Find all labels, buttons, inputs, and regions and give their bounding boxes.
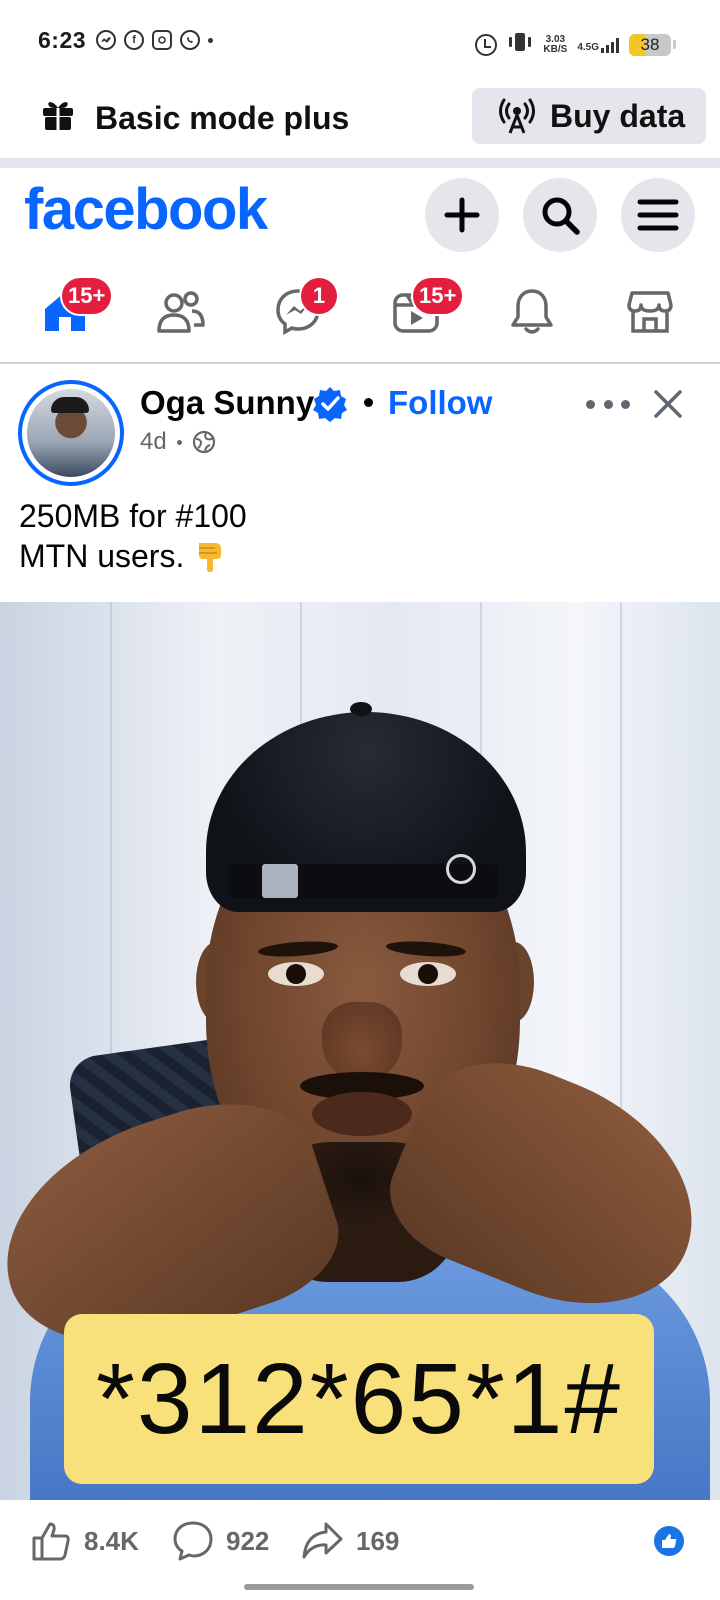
broadcast-icon: [499, 98, 535, 134]
globe-icon: [192, 430, 215, 454]
more-notifications-dot: [208, 37, 214, 43]
system-icons: 3.03 KB/S 4.5G 38: [475, 32, 676, 57]
post-text: 250MB for #100 MTN users.: [19, 496, 247, 576]
marketplace-icon: [627, 291, 673, 333]
notification-icons: f: [96, 30, 214, 50]
friends-icon: [157, 291, 205, 333]
network-speed-unit: KB/S: [543, 43, 568, 55]
cap-logo: [446, 854, 476, 884]
dot: [586, 399, 595, 409]
instagram-icon: [152, 30, 173, 50]
tab-bar: 15+ 1 15+: [0, 266, 720, 364]
post-image[interactable]: *312*65*1#: [0, 602, 720, 1500]
lips: [312, 1092, 412, 1136]
dot: [603, 399, 613, 409]
plus-icon: [444, 197, 480, 233]
reaction-thumb-icon: [662, 1534, 677, 1548]
mobile-signal: 4.5G: [577, 37, 619, 53]
comment-button[interactable]: 922: [172, 1520, 269, 1562]
tab-messenger[interactable]: 1: [263, 276, 339, 346]
post-header: Oga Sunny Follow 4d: [0, 370, 720, 490]
post-text-line-1: 250MB for #100: [19, 498, 247, 534]
comment-icon: [173, 1521, 213, 1561]
alarm-icon: [475, 33, 498, 56]
network-speed-value: 3.03: [545, 33, 566, 45]
tab-friends[interactable]: [146, 276, 216, 346]
facebook-logo[interactable]: facebook: [24, 176, 268, 243]
nose: [322, 1002, 402, 1082]
share-button[interactable]: 169: [300, 1520, 399, 1562]
author-avatar[interactable]: [18, 380, 124, 486]
post-text-line-2: MTN users.: [19, 538, 185, 574]
ussd-code-banner: *312*65*1#: [64, 1314, 654, 1484]
post-meta: 4d: [140, 428, 216, 456]
create-button[interactable]: [425, 178, 499, 252]
network-speed: 3.03 KB/S: [543, 33, 568, 55]
status-bar: 6:23 f 3.03 KB/S 4.5G 38: [0, 0, 720, 80]
signal-bars-icon: [601, 37, 619, 53]
app-header: facebook: [0, 168, 720, 260]
home-badge: 15+: [60, 276, 114, 316]
messenger-badge: 1: [299, 276, 339, 316]
cap-button: [350, 702, 372, 716]
status-time: 6:23: [38, 26, 87, 53]
follow-button[interactable]: Follow: [388, 384, 492, 422]
post-text-line-2-row: MTN users.: [19, 536, 247, 576]
thumbs-up-icon: [32, 1522, 70, 1561]
battery-level: 38: [640, 34, 660, 54]
tab-video[interactable]: 15+: [381, 276, 465, 346]
close-icon[interactable]: [648, 384, 688, 424]
messenger-icon: [96, 30, 117, 50]
battery-icon: 38: [629, 33, 671, 56]
vibrate-icon: [507, 32, 533, 57]
reaction-like-icon[interactable]: [654, 1526, 684, 1556]
comment-count: 922: [226, 1525, 270, 1556]
basic-mode-bar: Basic mode plus Buy data: [0, 80, 720, 156]
dot: [621, 399, 630, 409]
menu-button[interactable]: [621, 178, 695, 252]
eye-right: [400, 962, 456, 986]
search-button[interactable]: [523, 178, 597, 252]
more-options-button[interactable]: [586, 394, 630, 414]
like-button[interactable]: 8.4K: [30, 1520, 139, 1562]
ussd-code: *312*65*1#: [95, 1342, 623, 1455]
network-type: 4.5G: [577, 41, 599, 53]
tab-notifications[interactable]: [497, 276, 567, 346]
post-time[interactable]: 4d: [140, 428, 167, 456]
post-actions: 8.4K 922 169: [0, 1500, 720, 1584]
share-icon: [302, 1522, 343, 1559]
pointing-down-emoji-icon: [199, 543, 222, 572]
eye-left: [268, 962, 324, 986]
menu-icon: [637, 199, 679, 231]
search-icon: [542, 197, 580, 235]
bell-icon: [511, 289, 553, 334]
facebook-icon: f: [124, 30, 145, 50]
author-name[interactable]: Oga Sunny: [140, 384, 314, 422]
like-count: 8.4K: [84, 1525, 139, 1556]
tab-home[interactable]: 15+: [30, 276, 114, 346]
meta-separator: [176, 439, 182, 445]
home-indicator[interactable]: [244, 1584, 474, 1590]
avatar-image: [27, 389, 115, 477]
gift-icon: [43, 102, 73, 130]
buy-data-label: Buy data: [550, 97, 686, 134]
separator-dot: [364, 398, 373, 407]
whatsapp-icon: [180, 30, 201, 50]
video-badge: 15+: [411, 276, 465, 316]
battery-cap: [673, 40, 676, 49]
buy-data-button[interactable]: Buy data: [472, 88, 706, 144]
share-count: 169: [356, 1525, 400, 1556]
basic-mode-label[interactable]: Basic mode plus: [95, 98, 349, 138]
section-divider: [0, 158, 720, 168]
cap-buckle: [262, 864, 298, 898]
tab-marketplace[interactable]: [615, 276, 685, 346]
verified-badge-icon: [313, 387, 347, 422]
